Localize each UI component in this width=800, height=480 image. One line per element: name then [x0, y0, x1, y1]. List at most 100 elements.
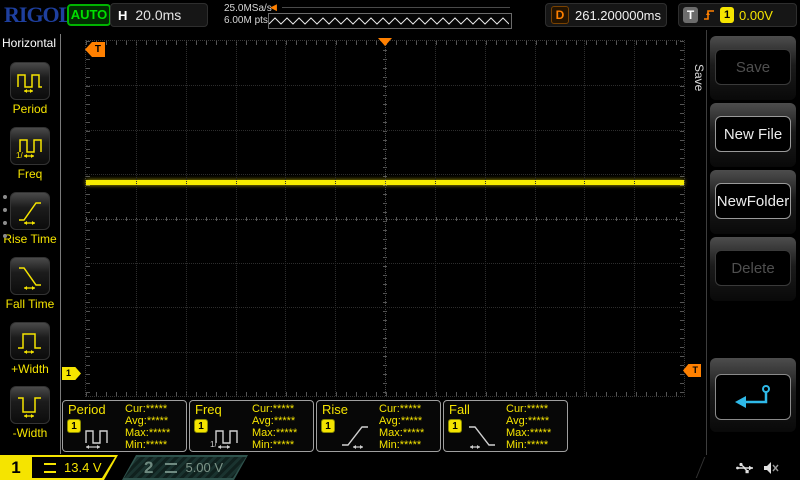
- waveform-overview[interactable]: ◀: [268, 3, 512, 28]
- min-label: Min:: [379, 439, 400, 451]
- minus-width-label: -Width: [0, 426, 60, 440]
- measurement-panel-fall[interactable]: Fall 1 Cur:***** Avg:***** Max:***** Min…: [443, 400, 568, 452]
- new-file-button[interactable]: New File: [710, 103, 796, 167]
- max-label: Max:: [506, 427, 530, 439]
- freq-icon: 1/: [15, 131, 45, 161]
- oscilloscope-screen: RIGOL AUTO H 20.0ms 25.0MSa/s 6.00M pts …: [0, 0, 800, 480]
- measurement-stats: Cur:***** Avg:***** Max:***** Min:*****: [379, 403, 424, 451]
- cur-label: Cur:: [252, 403, 273, 415]
- menu-divider: [706, 30, 707, 455]
- freq-label: Freq: [0, 167, 60, 181]
- delay-label: D: [551, 6, 569, 24]
- source-badge: 1: [448, 419, 462, 433]
- gridline: [86, 174, 684, 175]
- measurement-panel-freq[interactable]: Freq 1 1/ Cur:***** Avg:***** Max:***** …: [189, 400, 314, 452]
- return-button[interactable]: [710, 358, 796, 432]
- menu-page-dot: [3, 221, 7, 225]
- speaker-muted-icon: [762, 460, 780, 476]
- panel-title: Fall: [449, 402, 470, 417]
- rise-time-button[interactable]: [10, 192, 50, 230]
- min-value: *****: [146, 439, 167, 451]
- channel2-number: 2: [144, 458, 153, 478]
- measure-item-fall-time[interactable]: Fall Time: [0, 257, 60, 311]
- cur-label: Cur:: [125, 403, 146, 415]
- timebase-value: 20.0ms: [135, 7, 181, 23]
- cur-label: Cur:: [379, 403, 400, 415]
- delete-button[interactable]: Delete: [710, 237, 796, 301]
- memory-arrow-icon: ◀: [270, 3, 277, 12]
- max-value: *****: [149, 427, 170, 439]
- gridline: [86, 219, 684, 220]
- new-folder-button[interactable]: NewFolder: [710, 170, 796, 234]
- svg-text:1/: 1/: [16, 151, 23, 160]
- rising-edge-icon: [702, 7, 716, 23]
- avg-label: Avg:: [379, 415, 401, 427]
- panel-title: Freq: [195, 402, 222, 417]
- usb-icon: [736, 461, 758, 475]
- new-folder-button-label: NewFolder: [715, 183, 791, 219]
- measurement-panel-rise[interactable]: Rise 1 Cur:***** Avg:***** Max:***** Min…: [316, 400, 441, 452]
- max-label: Max:: [379, 427, 403, 439]
- channel1-status[interactable]: 1 13.4 V: [0, 455, 118, 480]
- minus-width-icon: [15, 390, 45, 420]
- delay-value: 261.200000ms: [575, 8, 661, 23]
- measure-item-plus-width[interactable]: +Width: [0, 322, 60, 376]
- freq-button[interactable]: 1/: [10, 127, 50, 165]
- plus-width-button[interactable]: [10, 322, 50, 360]
- menu-page-dot: [3, 195, 7, 199]
- cur-value: *****: [527, 403, 548, 415]
- trigger-delay-box[interactable]: D 261.200000ms: [545, 3, 667, 27]
- save-button-label: Save: [715, 49, 791, 85]
- measurement-stats: Cur:***** Avg:***** Max:***** Min:*****: [506, 403, 551, 451]
- avg-label: Avg:: [252, 415, 274, 427]
- avg-label: Avg:: [506, 415, 528, 427]
- min-label: Min:: [506, 439, 527, 451]
- menu-page-dot: [3, 234, 7, 238]
- avg-value: *****: [528, 415, 549, 427]
- cur-value: *****: [273, 403, 294, 415]
- source-badge: 1: [194, 419, 208, 433]
- cur-value: *****: [146, 403, 167, 415]
- measure-item-freq[interactable]: 1/ Freq: [0, 127, 60, 181]
- measure-menu-title: Horizontal: [2, 36, 60, 50]
- fall-time-label: Fall Time: [0, 297, 60, 311]
- channel1-ground-marker[interactable]: 1: [62, 367, 81, 380]
- min-value: *****: [273, 439, 294, 451]
- fall-time-icon: [15, 261, 45, 291]
- channel2-scale: 5.00 V: [185, 460, 223, 475]
- measurement-panel-period[interactable]: Period 1 Cur:***** Avg:***** Max:***** M…: [62, 400, 187, 452]
- channel-status-bar: 1 13.4 V 2 5.00 V: [0, 455, 800, 480]
- dc-coupling-icon: [165, 463, 177, 473]
- fall-time-button[interactable]: [10, 257, 50, 295]
- period-label: Period: [0, 102, 60, 116]
- trigger-level-value: 0.00V: [739, 8, 773, 23]
- channel2-status[interactable]: 2 5.00 V: [122, 455, 248, 480]
- period-icon: [83, 419, 121, 449]
- period-button[interactable]: [10, 62, 50, 100]
- trigger-position-icon[interactable]: [378, 38, 392, 46]
- run-status-badge: AUTO: [67, 4, 111, 26]
- rise-time-label: Rise Time: [0, 232, 60, 246]
- save-button[interactable]: Save: [710, 36, 796, 100]
- measure-item-minus-width[interactable]: -Width: [0, 386, 60, 440]
- period-icon: [15, 66, 45, 96]
- channel1-scale: 13.4 V: [64, 460, 102, 475]
- save-menu-tab: Save: [692, 64, 706, 91]
- avg-value: *****: [401, 415, 422, 427]
- max-value: *****: [530, 427, 551, 439]
- max-value: *****: [276, 427, 297, 439]
- measure-item-period[interactable]: Period: [0, 62, 60, 116]
- dc-coupling-icon: [44, 463, 56, 473]
- minus-width-button[interactable]: [10, 386, 50, 424]
- measure-menu: Horizontal Period 1/ Freq: [0, 34, 61, 454]
- avg-value: *****: [147, 415, 168, 427]
- rigol-logo: RIGOL: [4, 2, 72, 28]
- rise-time-icon: [337, 419, 375, 449]
- horizontal-timebase-box[interactable]: H 20.0ms: [110, 3, 208, 27]
- source-badge: 1: [321, 419, 335, 433]
- measure-item-rise-time[interactable]: Rise Time: [0, 192, 60, 246]
- measurement-results-row: Period 1 Cur:***** Avg:***** Max:***** M…: [62, 400, 568, 452]
- panel-title: Period: [68, 402, 106, 417]
- trigger-status-box[interactable]: T 1 0.00V: [678, 3, 797, 27]
- status-bar-divider: [696, 457, 705, 478]
